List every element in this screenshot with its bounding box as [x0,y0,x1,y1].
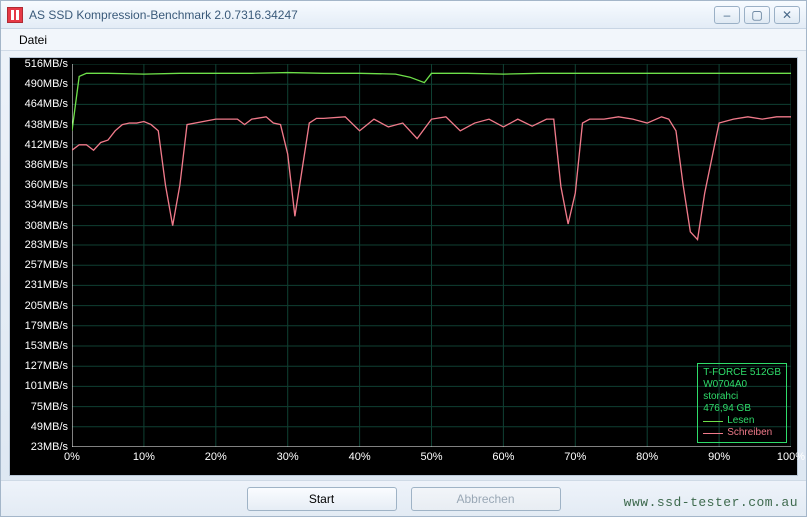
app-icon [7,7,23,23]
device-driver: storahci [703,391,781,403]
y-tick-label: 334MB/s [25,199,68,211]
y-tick-label: 438MB/s [25,119,68,131]
y-tick-label: 179MB/s [25,320,68,332]
bottombar: Start Abbrechen www.ssd-tester.com.au [1,480,806,516]
y-tick-label: 127MB/s [25,360,68,372]
y-tick-label: 386MB/s [25,159,68,171]
y-tick-label: 23MB/s [31,441,68,453]
y-tick-label: 257MB/s [25,259,68,271]
legend-read: Lesen [703,415,781,427]
y-tick-label: 101MB/s [25,380,68,392]
x-tick-label: 100% [777,451,805,463]
x-tick-label: 0% [64,451,80,463]
legend-read-label: Lesen [727,415,754,427]
y-tick-label: 490MB/s [25,78,68,90]
x-tick-label: 90% [708,451,730,463]
x-tick-label: 70% [564,451,586,463]
titlebar: AS SSD Kompression-Benchmark 2.0.7316.34… [1,1,806,29]
x-tick-label: 40% [349,451,371,463]
y-tick-label: 283MB/s [25,239,68,251]
plot-region [72,64,791,447]
maximize-button[interactable]: ▢ [744,6,770,24]
x-tick-label: 60% [492,451,514,463]
y-tick-label: 516MB/s [25,58,68,70]
x-tick-label: 80% [636,451,658,463]
legend-read-swatch [703,421,723,422]
start-button[interactable]: Start [247,487,397,511]
y-tick-label: 231MB/s [25,279,68,291]
x-tick-label: 10% [133,451,155,463]
y-tick-label: 49MB/s [31,421,68,433]
legend-write-swatch [703,433,723,434]
abort-button: Abbrechen [411,487,561,511]
y-tick-label: 360MB/s [25,179,68,191]
minimize-button[interactable]: – [714,6,740,24]
menu-file[interactable]: Datei [11,31,55,49]
chart-area: 23MB/s 49MB/s 75MB/s 101MB/s 127MB/s 153MB/s 1… [9,57,798,476]
menubar: Datei [1,29,806,51]
device-info-box: T-FORCE 512GB W0704A0 storahci 476,94 GB… [697,363,787,443]
x-axis-labels: 0%10%20%30%40%50%60%70%80%90%100% [72,451,791,471]
y-tick-label: 75MB/s [31,401,68,413]
x-tick-label: 50% [420,451,442,463]
legend-write: Schreiben [703,427,781,439]
x-tick-label: 30% [277,451,299,463]
device-firmware: W0704A0 [703,379,781,391]
close-button[interactable]: ✕ [774,6,800,24]
y-tick-label: 308MB/s [25,220,68,232]
window-title: AS SSD Kompression-Benchmark 2.0.7316.34… [29,8,714,22]
x-tick-label: 20% [205,451,227,463]
device-capacity: 476,94 GB [703,403,781,415]
watermark-text: www.ssd-tester.com.au [624,495,798,510]
y-tick-label: 412MB/s [25,139,68,151]
legend-write-label: Schreiben [727,427,772,439]
y-tick-label: 464MB/s [25,98,68,110]
app-window: AS SSD Kompression-Benchmark 2.0.7316.34… [0,0,807,517]
y-axis-labels: 23MB/s49MB/s75MB/s101MB/s127MB/s153MB/s1… [10,64,70,447]
window-controls: – ▢ ✕ [714,6,800,24]
y-tick-label: 153MB/s [25,340,68,352]
device-name: T-FORCE 512GB [703,367,781,379]
y-tick-label: 205MB/s [25,300,68,312]
